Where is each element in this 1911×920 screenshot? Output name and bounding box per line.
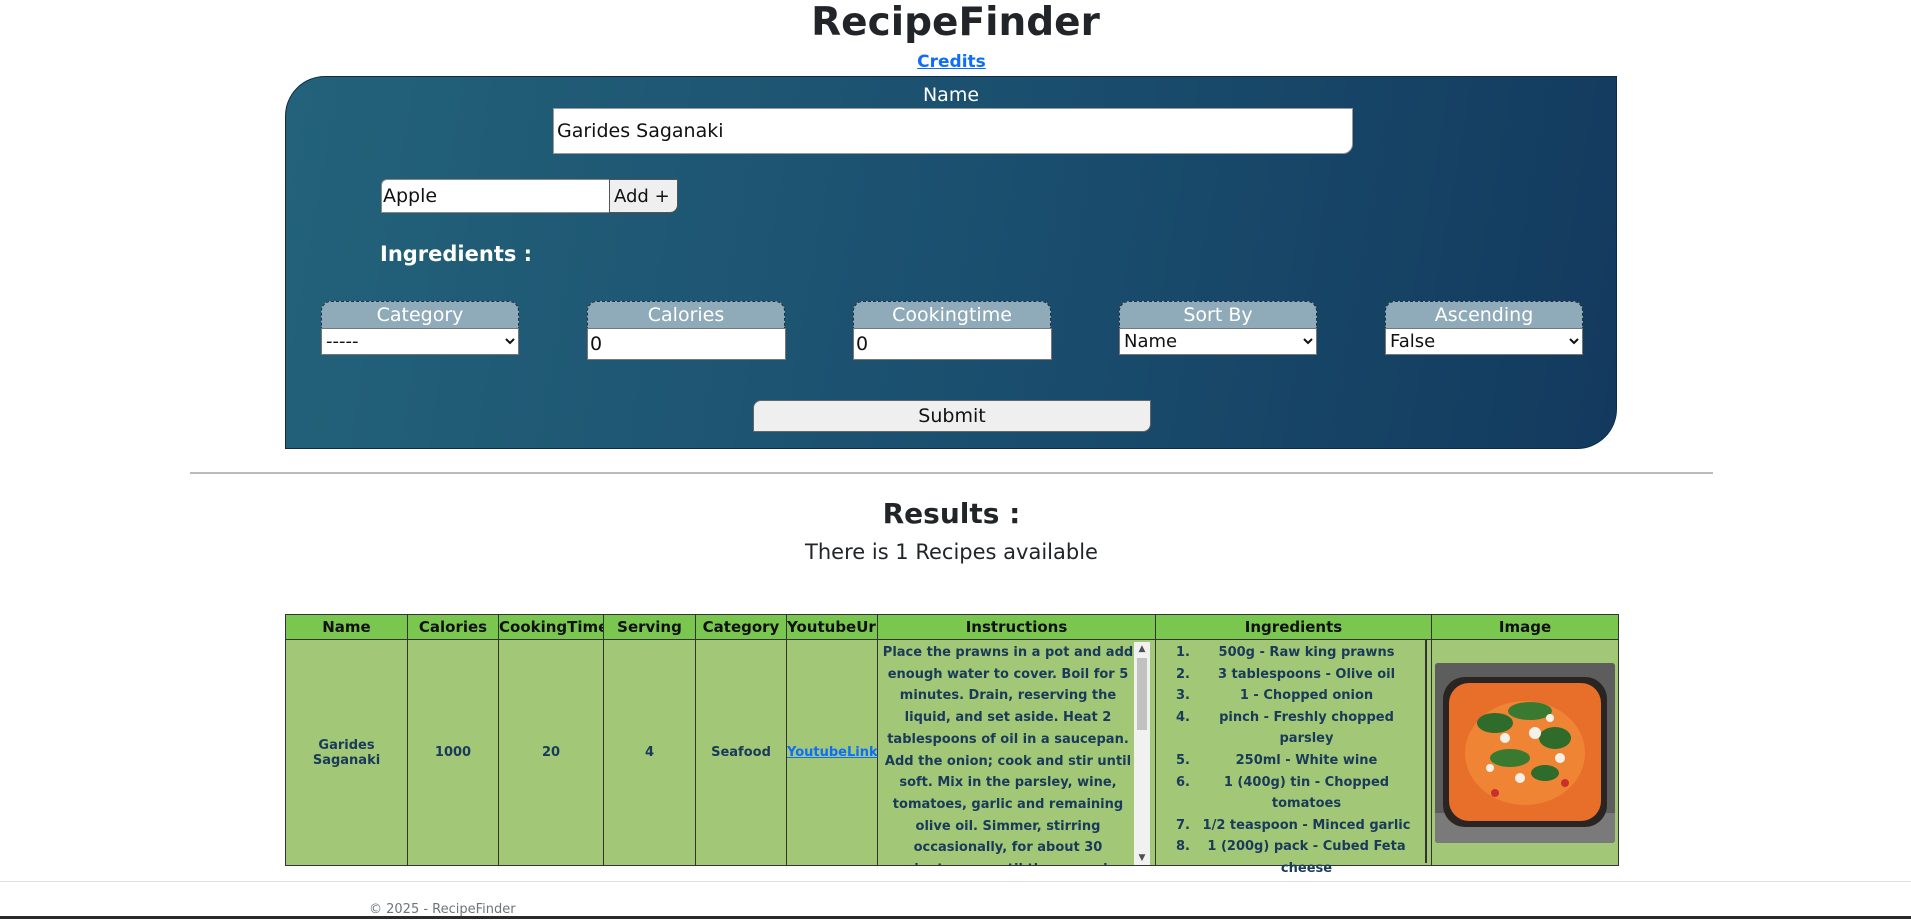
ingredient-text: 1 (200g) pack - Cubed Feta cheese <box>1207 839 1406 876</box>
table-header-row: Name Calories CookingTime Serving Catego… <box>285 614 1619 640</box>
cookingtime-input[interactable] <box>853 328 1052 360</box>
category-label: Category <box>321 301 519 328</box>
scroll-down-arrow-icon[interactable]: ▼ <box>1134 851 1150 865</box>
ingredient-text: 500g - Raw king prawns <box>1218 645 1395 660</box>
list-item: 2. 3 tablespoons - Olive oil <box>1162 664 1421 686</box>
ingredient-text: pinch - Freshly chopped parsley <box>1219 709 1394 747</box>
name-label: Name <box>922 84 980 106</box>
ingredient-number: 7. <box>1176 817 1190 833</box>
cookingtime-filter: Cookingtime <box>853 301 1052 360</box>
ascending-filter: Ascending False <box>1385 301 1583 355</box>
list-item: 7. 1/2 teaspoon - Minced garlic <box>1162 815 1421 837</box>
ingredient-number: 6. <box>1176 774 1190 790</box>
section-divider <box>190 472 1713 474</box>
calories-input[interactable] <box>587 328 786 360</box>
list-item: 3. 1 - Chopped onion <box>1162 685 1421 707</box>
ingredient-number: 2. <box>1176 666 1190 682</box>
cell-youtubeurl: YoutubeLink <box>786 639 878 866</box>
scroll-up-arrow-icon[interactable]: ▲ <box>1134 642 1150 656</box>
category-select[interactable]: ----- <box>321 328 519 355</box>
ingredient-number: 8. <box>1176 839 1190 855</box>
list-item: 6. 1 (400g) tin - Chopped tomatoes <box>1162 772 1421 815</box>
name-input[interactable] <box>553 108 1353 154</box>
app-title: RecipeFinder <box>811 0 1100 45</box>
ingredient-text: 3 tablespoons - Olive oil <box>1217 666 1396 682</box>
list-item: 4. pinch - Freshly chopped parsley <box>1162 707 1421 750</box>
ingredient-text: 250ml - White wine <box>1235 752 1378 768</box>
list-item: 8. 1 (200g) pack - Cubed Feta cheese <box>1162 836 1421 879</box>
ingredient-number: 3. <box>1176 688 1190 704</box>
youtube-link[interactable]: YoutubeLink <box>787 745 878 760</box>
submit-button[interactable]: Submit <box>753 400 1151 432</box>
results-heading: Results : <box>882 497 1021 530</box>
list-item: 5. 250ml - White wine <box>1162 750 1421 772</box>
calories-label: Calories <box>587 301 785 328</box>
column-header-serving: Serving <box>603 614 696 640</box>
column-header-cookingtime: CookingTime <box>498 614 604 640</box>
ingredient-number: 4. <box>1176 709 1190 725</box>
ingredient-text: 1/2 teaspoon - Minced garlic <box>1202 817 1411 833</box>
results-count: There is 1 Recipes available <box>805 540 1098 564</box>
cell-serving: 4 <box>603 639 696 866</box>
footer: © 2025 - RecipeFinder <box>0 881 1911 920</box>
column-header-instructions: Instructions <box>877 614 1156 640</box>
table-row: Garides Saganaki 1000 20 4 Seafood Youtu… <box>285 639 1619 876</box>
cell-calories: 1000 <box>407 639 499 866</box>
sort-by-label: Sort By <box>1119 301 1317 328</box>
cell-ingredients: 1. 500g - Raw king prawns 2. 3 tablespoons… <box>1155 639 1432 876</box>
column-header-image: Image <box>1431 614 1619 640</box>
cell-name: Garides Saganaki <box>285 639 408 866</box>
instructions-text: Place the prawns in a pot and add enough… <box>882 645 1134 865</box>
recipe-image <box>1435 662 1615 843</box>
results-table: Name Calories CookingTime Serving Catego… <box>285 614 1619 876</box>
cell-category: Seafood <box>695 639 787 866</box>
cell-image <box>1431 639 1619 866</box>
ingredients-heading: Ingredients : <box>380 242 533 266</box>
ascending-select[interactable]: False <box>1385 328 1583 355</box>
category-filter: Category ----- <box>321 301 519 355</box>
search-panel: Name Add + Ingredients : Category ----- … <box>285 76 1617 449</box>
list-item: 1. 500g - Raw king prawns <box>1162 642 1421 664</box>
ingredient-number: 5. <box>1176 752 1190 768</box>
column-header-ingredients: Ingredients <box>1155 614 1432 640</box>
calories-filter: Calories <box>587 301 786 360</box>
sort-by-filter: Sort By Name <box>1119 301 1317 355</box>
column-header-category: Category <box>695 614 787 640</box>
ingredient-input[interactable] <box>381 179 611 213</box>
cell-instructions: Place the prawns in a pot and add enough… <box>877 639 1156 866</box>
scroll-thumb[interactable] <box>1137 658 1147 730</box>
ingredient-text: 1 - Chopped onion <box>1239 688 1374 704</box>
ingredient-number: 1. <box>1176 645 1190 660</box>
instructions-scrollbar[interactable]: ▲ ▼ <box>1134 642 1150 865</box>
credits-link[interactable]: Credits <box>0 51 1903 73</box>
ingredients-container: 1. 500g - Raw king prawns 2. 3 tablespoons… <box>1156 640 1427 876</box>
column-header-calories: Calories <box>407 614 499 640</box>
add-ingredient-button[interactable]: Add + <box>609 179 678 213</box>
cell-cookingtime: 20 <box>498 639 604 866</box>
cookingtime-label: Cookingtime <box>853 301 1051 328</box>
ingredient-text: 1 (400g) tin - Chopped tomatoes <box>1223 774 1390 812</box>
sort-by-select[interactable]: Name <box>1119 328 1317 355</box>
ascending-label: Ascending <box>1385 301 1583 328</box>
ingredients-list: 1. 500g - Raw king prawns 2. 3 tablespoons… <box>1156 640 1425 880</box>
column-header-youtubeurl: YoutubeUrl <box>786 614 878 640</box>
recipe-photo-icon <box>1435 662 1615 843</box>
column-header-name: Name <box>285 614 408 640</box>
